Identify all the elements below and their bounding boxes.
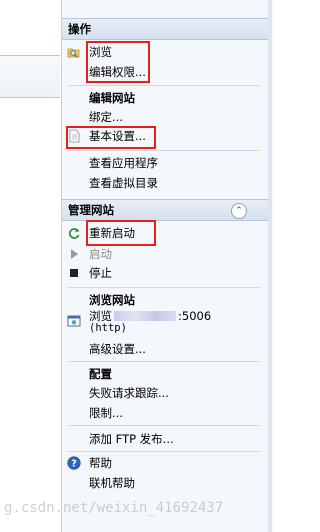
port-suffix: :5006 [178, 309, 212, 323]
pane-scroll-edge [268, 0, 272, 532]
separator [68, 85, 260, 86]
svg-text:?: ? [71, 459, 77, 470]
folder-search-icon [67, 48, 80, 58]
document-icon [69, 129, 80, 143]
configure-title: 配置 [89, 367, 112, 381]
basic-settings-link[interactable]: 基本设置... [89, 127, 146, 145]
separator [68, 287, 260, 288]
start-link[interactable]: 启动 [89, 245, 112, 263]
play-icon [71, 249, 78, 259]
help-icon: ? [67, 456, 81, 470]
separator [68, 425, 260, 426]
help-link[interactable]: 帮助 [89, 454, 112, 472]
advanced-settings-link[interactable]: 高级设置... [89, 340, 146, 358]
view-virtual-dirs-link[interactable]: 查看虚拟目录 [89, 174, 158, 192]
separator [68, 150, 260, 151]
stop-link[interactable]: 停止 [89, 264, 112, 282]
watermark-text: g.csdn.net/weixin_41692437 [4, 500, 224, 516]
restart-link[interactable]: 重新启动 [89, 224, 135, 242]
view-applications-link[interactable]: 查看应用程序 [89, 154, 158, 172]
online-help-link[interactable]: 联机帮助 [89, 474, 135, 492]
browser-window-icon [67, 315, 81, 327]
chevron-up-icon[interactable]: ⌃ [231, 203, 247, 219]
failed-request-tracing-link[interactable]: 失败请求跟踪... [89, 384, 169, 402]
browse-link[interactable]: 浏览 [89, 43, 112, 61]
add-ftp-publishing-link[interactable]: 添加 FTP 发布... [89, 430, 174, 448]
limits-link[interactable]: 限制... [89, 404, 123, 422]
actions-header: 操作 [62, 18, 268, 40]
protocol-label: (http) [89, 322, 127, 334]
edit-permissions-link[interactable]: 编辑权限... [89, 63, 146, 81]
restart-icon [68, 228, 80, 239]
edit-site-title: 编辑网站 [89, 91, 135, 105]
content-header-strip [0, 55, 60, 98]
bindings-link[interactable]: 绑定... [89, 108, 123, 126]
stop-icon [70, 269, 78, 277]
separator [68, 451, 260, 452]
separator [68, 361, 260, 362]
